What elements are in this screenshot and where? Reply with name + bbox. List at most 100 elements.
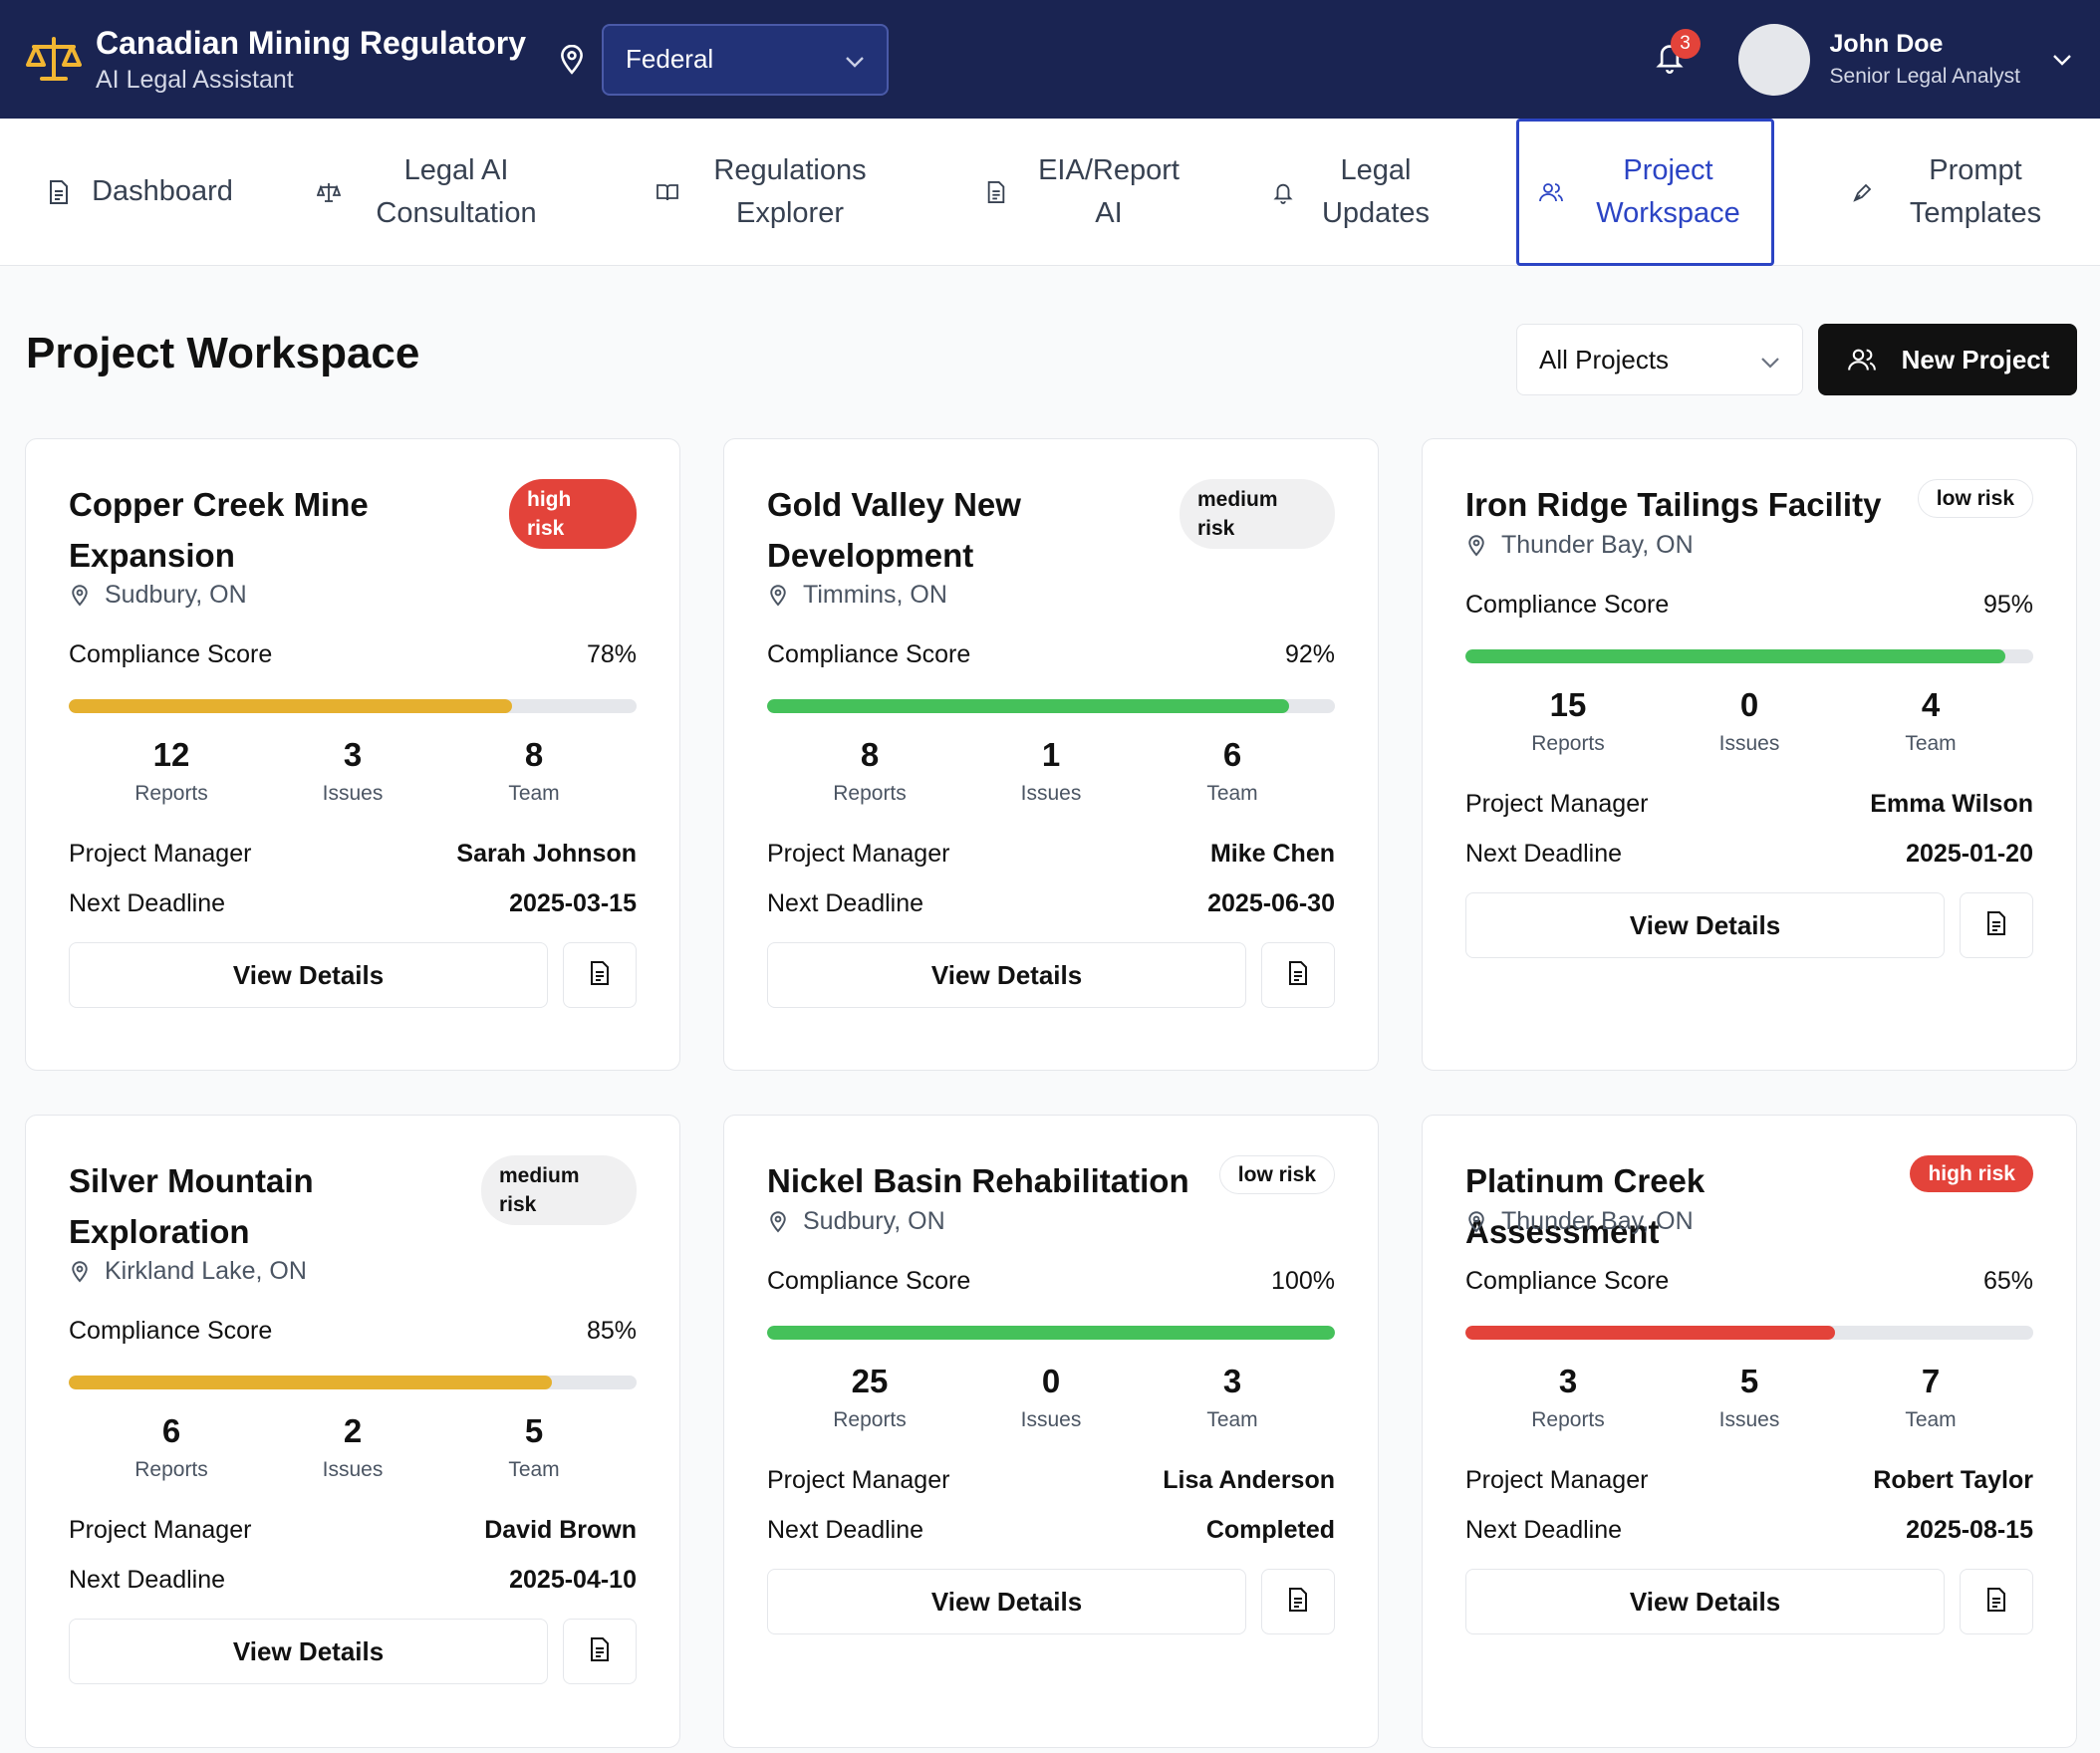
- team-label: Team: [1905, 732, 1957, 755]
- project-title-line: Silver Mountain: [69, 1162, 314, 1199]
- team-count: 8: [524, 736, 544, 773]
- user-role: Senior Legal Analyst: [1829, 65, 2020, 88]
- reports-label: Reports: [134, 782, 208, 805]
- project-title[interactable]: Copper Creek Mine Expansion: [69, 479, 497, 581]
- new-project-button[interactable]: New Project: [1818, 324, 2077, 395]
- next-deadline-label: Next Deadline: [767, 1516, 924, 1544]
- risk-badge-line: low risk: [1936, 487, 2014, 510]
- tab-prompt-templates[interactable]: Prompt Templates: [1838, 119, 2067, 266]
- location-pin-icon: [767, 1210, 789, 1233]
- pen-icon: [1850, 179, 1876, 205]
- report-button[interactable]: [1261, 1569, 1335, 1634]
- view-details-label: View Details: [930, 959, 1083, 990]
- compliance-label: Compliance Score: [1465, 591, 1670, 619]
- project-title-line: Platinum Creek Assessment: [1465, 1162, 1706, 1250]
- document-icon: [983, 179, 1009, 205]
- compliance-progress-fill: [69, 1376, 552, 1389]
- compliance-row: Compliance Score 100%: [767, 1267, 1335, 1296]
- document-icon: [1984, 910, 2008, 941]
- team-label: Team: [1206, 782, 1258, 805]
- compliance-row: Compliance Score 78%: [69, 640, 637, 669]
- project-card: Nickel Basin Rehabilitation low risk Sud…: [723, 1115, 1379, 1748]
- reports-label: Reports: [833, 782, 907, 805]
- project-title[interactable]: Nickel Basin Rehabilitation: [767, 1155, 1205, 1206]
- project-title[interactable]: Platinum Creek Assessment: [1465, 1155, 1904, 1257]
- view-details-button[interactable]: View Details: [1465, 1569, 1946, 1634]
- project-title[interactable]: Iron Ridge Tailings Facility: [1465, 479, 1904, 530]
- reports-count: 8: [860, 736, 880, 773]
- view-details-button[interactable]: View Details: [69, 942, 549, 1008]
- user-menu-chevron-icon[interactable]: [2048, 46, 2076, 74]
- reports-label: Reports: [1531, 1408, 1605, 1431]
- tab-regulations-explorer[interactable]: Regulations Explorer: [648, 119, 887, 266]
- tab-label: EIA/Report AI: [1038, 153, 1180, 230]
- view-details-button[interactable]: View Details: [767, 942, 1247, 1008]
- project-stats: 15 Reports 0 Issues 4 Team: [1477, 686, 2021, 756]
- compliance-progress-fill: [767, 1326, 1335, 1340]
- project-stats: 8 Reports 1 Issues 6 Team: [779, 736, 1323, 806]
- report-button[interactable]: [563, 1619, 637, 1684]
- tab-eia-report-ai[interactable]: EIA/Report AI: [981, 119, 1190, 266]
- tab-project-workspace[interactable]: Project Workspace: [1516, 119, 1774, 266]
- next-deadline-value: 2025-03-15: [509, 889, 637, 917]
- project-stats: 6 Reports 2 Issues 5 Team: [81, 1412, 625, 1482]
- project-title-line: Iron Ridge Tailings Facility: [1465, 486, 1882, 523]
- jurisdiction-value: Federal: [626, 44, 714, 74]
- next-deadline-row: Next Deadline 2025-03-15: [69, 889, 637, 918]
- notifications-button[interactable]: 3: [1645, 28, 1701, 85]
- issues-stat: 5 Issues: [1659, 1363, 1840, 1432]
- tab-dashboard[interactable]: Dashboard: [30, 119, 249, 266]
- view-details-label: View Details: [232, 959, 385, 990]
- card-actions: View Details: [1465, 1569, 2033, 1634]
- report-button[interactable]: [563, 942, 637, 1008]
- view-details-button[interactable]: View Details: [1465, 892, 1946, 958]
- document-icon: [588, 960, 612, 991]
- view-details-label: View Details: [1629, 909, 1781, 940]
- compliance-progress-bar: [767, 699, 1335, 713]
- project-card: Copper Creek Mine Expansion high risk Sudb…: [25, 438, 680, 1071]
- project-title[interactable]: Gold Valley New Development: [767, 479, 1195, 581]
- issues-count: 0: [1041, 1363, 1061, 1399]
- reports-stat: 15 Reports: [1477, 686, 1659, 756]
- project-title[interactable]: Silver Mountain Exploration: [69, 1155, 497, 1257]
- tab-legal-updates[interactable]: Legal Updates: [1263, 119, 1443, 266]
- compliance-progress-bar: [1465, 649, 2033, 663]
- team-count: 4: [1921, 686, 1941, 723]
- reports-stat: 8 Reports: [779, 736, 960, 806]
- jurisdiction-select[interactable]: Federal: [602, 23, 890, 96]
- view-details-button[interactable]: View Details: [767, 1569, 1247, 1634]
- report-button[interactable]: [1261, 942, 1335, 1008]
- issues-stat: 0 Issues: [960, 1363, 1142, 1432]
- tab-legal-ai-consultation[interactable]: Legal AI Consultation: [309, 119, 558, 266]
- project-stats: 3 Reports 5 Issues 7 Team: [1477, 1363, 2021, 1432]
- project-manager-name: Mike Chen: [1209, 840, 1335, 868]
- notification-count-badge: 3: [1670, 28, 1701, 59]
- report-button[interactable]: [1960, 892, 2033, 958]
- risk-badge-line: risk: [1197, 517, 1235, 540]
- project-stats: 25 Reports 0 Issues 3 Team: [779, 1363, 1323, 1432]
- project-manager-row: Project Manager Mike Chen: [767, 840, 1335, 869]
- team-label: Team: [1905, 1408, 1957, 1431]
- card-actions: View Details: [767, 942, 1335, 1008]
- compliance-progress-fill: [767, 699, 1290, 713]
- project-location: Kirkland Lake, ON: [69, 1257, 637, 1286]
- report-button[interactable]: [1960, 1569, 2033, 1634]
- risk-badge-line: high risk: [1928, 1162, 2015, 1185]
- next-deadline-label: Next Deadline: [69, 1566, 226, 1594]
- scale-logo-icon: [24, 30, 84, 90]
- next-deadline-label: Next Deadline: [1465, 840, 1623, 868]
- tab-label: Project Workspace: [1596, 153, 1740, 230]
- view-details-button[interactable]: View Details: [69, 1619, 549, 1684]
- team-stat: 3 Team: [1142, 1363, 1323, 1432]
- users-icon: [1846, 344, 1878, 376]
- avatar[interactable]: [1737, 23, 1810, 96]
- risk-badge-line: medium: [499, 1164, 580, 1187]
- compliance-progress-bar: [767, 1326, 1335, 1340]
- team-count: 7: [1921, 1363, 1941, 1399]
- issues-count: 0: [1739, 686, 1759, 723]
- compliance-label: Compliance Score: [767, 640, 971, 668]
- project-filter-select[interactable]: All Projects: [1516, 324, 1803, 395]
- project-location: Timmins, ON: [767, 581, 1335, 610]
- compliance-progress-fill: [69, 699, 512, 713]
- risk-badge: high risk: [1910, 1155, 2033, 1192]
